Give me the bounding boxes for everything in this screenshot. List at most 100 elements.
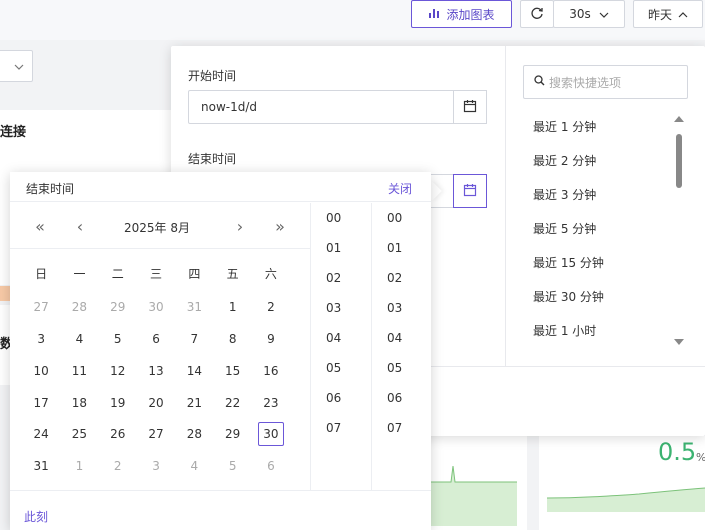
day-cell[interactable]: 17 bbox=[22, 391, 60, 415]
day-cell[interactable]: 24 bbox=[22, 422, 60, 446]
calendar-icon bbox=[463, 183, 477, 200]
minute-option[interactable]: 04 bbox=[372, 323, 432, 353]
day-cell[interactable]: 1 bbox=[213, 295, 251, 319]
day-cell[interactable]: 28 bbox=[175, 422, 213, 446]
quick-option-30m[interactable]: 最近 30 分钟 bbox=[533, 280, 673, 314]
weekday-label: 二 bbox=[111, 266, 124, 281]
day-cell[interactable]: 4 bbox=[60, 327, 98, 351]
day-cell[interactable]: 18 bbox=[60, 391, 98, 415]
day-cell[interactable]: 31 bbox=[175, 295, 213, 319]
weekday-label: 六 bbox=[264, 266, 277, 281]
date-picker-close-button[interactable]: 关闭 bbox=[388, 180, 412, 197]
quick-option-3m[interactable]: 最近 3 分钟 bbox=[533, 178, 673, 212]
day-cell[interactable]: 27 bbox=[22, 295, 60, 319]
scroll-down-arrow[interactable] bbox=[674, 339, 684, 345]
hour-option[interactable]: 06 bbox=[311, 383, 371, 413]
date-picker-footer: 此刻 bbox=[10, 490, 431, 530]
day-cell[interactable]: 12 bbox=[99, 359, 137, 383]
day-cell[interactable]: 30 bbox=[137, 295, 175, 319]
weekday-label: 一 bbox=[73, 266, 86, 281]
day-cell[interactable]: 7 bbox=[175, 327, 213, 351]
quick-search-input[interactable]: 搜索快捷选项 bbox=[523, 65, 688, 99]
day-cell[interactable]: 26 bbox=[99, 422, 137, 446]
prev-month-button[interactable]: ‹ bbox=[70, 217, 90, 236]
day-cell[interactable]: 2 bbox=[252, 295, 290, 319]
month-label[interactable]: 8月 bbox=[170, 221, 190, 235]
day-cell[interactable]: 8 bbox=[213, 327, 251, 351]
day-cell[interactable]: 20 bbox=[137, 391, 175, 415]
quick-option-2m[interactable]: 最近 2 分钟 bbox=[533, 144, 673, 178]
day-cell[interactable]: 21 bbox=[175, 391, 213, 415]
hour-column[interactable]: 00 01 02 03 04 05 06 07 bbox=[310, 203, 371, 490]
day-cell[interactable]: 5 bbox=[99, 327, 137, 351]
now-button[interactable]: 此刻 bbox=[24, 508, 48, 525]
day-cell[interactable]: 19 bbox=[99, 391, 137, 415]
minute-column[interactable]: 00 01 02 03 04 05 06 07 bbox=[371, 203, 432, 490]
minute-option[interactable]: 00 bbox=[372, 203, 432, 233]
day-cell[interactable]: 22 bbox=[213, 391, 251, 415]
minute-option[interactable]: 07 bbox=[372, 413, 432, 443]
prev-year-button[interactable]: « bbox=[30, 217, 50, 236]
chart-icon bbox=[428, 7, 440, 22]
day-cell[interactable]: 9 bbox=[252, 327, 290, 351]
minute-option[interactable]: 01 bbox=[372, 233, 432, 263]
refresh-button[interactable] bbox=[520, 0, 554, 28]
day-cell[interactable]: 27 bbox=[137, 422, 175, 446]
start-calendar-button[interactable] bbox=[453, 90, 487, 124]
day-cell[interactable]: 5 bbox=[213, 454, 251, 478]
add-chart-button[interactable]: 添加图表 bbox=[411, 0, 512, 28]
dashboard-filter-select[interactable] bbox=[0, 50, 33, 82]
day-cell-selected[interactable]: 30 bbox=[252, 422, 290, 446]
minute-option[interactable]: 03 bbox=[372, 293, 432, 323]
hour-option[interactable]: 03 bbox=[311, 293, 371, 323]
day-cell[interactable]: 25 bbox=[60, 422, 98, 446]
refresh-interval-value: 30s bbox=[569, 7, 591, 21]
minute-option[interactable]: 05 bbox=[372, 353, 432, 383]
day-cell[interactable]: 16 bbox=[252, 359, 290, 383]
day-cell[interactable]: 28 bbox=[60, 295, 98, 319]
date-picker-title: 结束时间 bbox=[26, 182, 75, 196]
day-cell[interactable]: 11 bbox=[60, 359, 98, 383]
day-cell[interactable]: 3 bbox=[137, 454, 175, 478]
popup-divider bbox=[505, 46, 506, 366]
scroll-up-arrow[interactable] bbox=[674, 116, 684, 122]
quick-search-placeholder: 搜索快捷选项 bbox=[549, 75, 622, 90]
time-range-value: 昨天 bbox=[647, 7, 672, 22]
day-cell[interactable]: 15 bbox=[213, 359, 251, 383]
day-cell[interactable]: 31 bbox=[22, 454, 60, 478]
day-cell[interactable]: 13 bbox=[137, 359, 175, 383]
quick-option-1h[interactable]: 最近 1 小时 bbox=[533, 314, 673, 348]
next-year-button[interactable]: » bbox=[270, 217, 290, 236]
day-cell[interactable]: 14 bbox=[175, 359, 213, 383]
year-label[interactable]: 2025年 bbox=[124, 221, 167, 235]
start-time-input[interactable]: now-1d/d bbox=[188, 90, 487, 124]
hour-option[interactable]: 07 bbox=[311, 413, 371, 443]
day-cell[interactable]: 23 bbox=[252, 391, 290, 415]
day-cell[interactable]: 29 bbox=[213, 422, 251, 446]
day-cell[interactable]: 1 bbox=[60, 454, 98, 478]
calendar-week: 24 25 26 27 28 29 30 bbox=[22, 422, 290, 446]
weekday-label: 四 bbox=[188, 266, 201, 281]
day-cell[interactable]: 2 bbox=[99, 454, 137, 478]
hour-option[interactable]: 01 bbox=[311, 233, 371, 263]
quick-option-1m[interactable]: 最近 1 分钟 bbox=[533, 110, 673, 144]
minute-option[interactable]: 02 bbox=[372, 263, 432, 293]
time-range-button[interactable]: 昨天 bbox=[633, 0, 703, 28]
next-month-button[interactable]: › bbox=[230, 217, 250, 236]
day-cell[interactable]: 4 bbox=[175, 454, 213, 478]
day-cell[interactable]: 6 bbox=[252, 454, 290, 478]
hour-option[interactable]: 04 bbox=[311, 323, 371, 353]
scrollbar-thumb[interactable] bbox=[676, 134, 682, 188]
end-calendar-button[interactable] bbox=[453, 174, 487, 208]
day-cell[interactable]: 10 bbox=[22, 359, 60, 383]
hour-option[interactable]: 05 bbox=[311, 353, 371, 383]
refresh-interval-select[interactable]: 30s bbox=[553, 0, 625, 28]
hour-option[interactable]: 00 bbox=[311, 203, 371, 233]
day-cell[interactable]: 3 bbox=[22, 327, 60, 351]
day-cell[interactable]: 6 bbox=[137, 327, 175, 351]
day-cell[interactable]: 29 bbox=[99, 295, 137, 319]
quick-option-15m[interactable]: 最近 15 分钟 bbox=[533, 246, 673, 280]
hour-option[interactable]: 02 bbox=[311, 263, 371, 293]
minute-option[interactable]: 06 bbox=[372, 383, 432, 413]
quick-option-5m[interactable]: 最近 5 分钟 bbox=[533, 212, 673, 246]
